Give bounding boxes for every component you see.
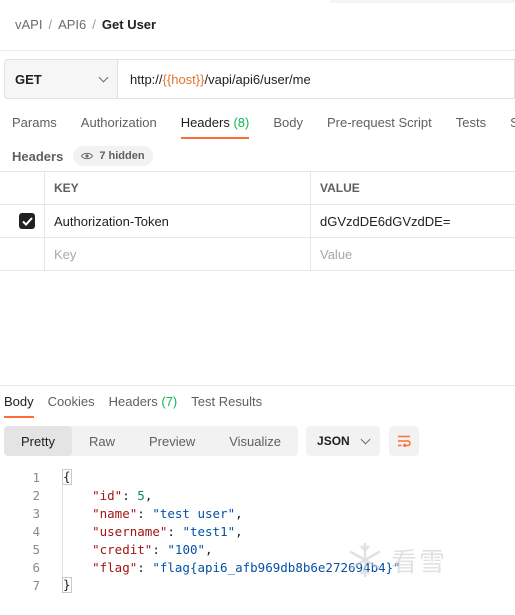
breadcrumb-separator: / xyxy=(92,17,96,32)
wrap-lines-icon xyxy=(397,435,411,447)
empty-checkbox-cell xyxy=(0,237,45,271)
tab-response-headers[interactable]: Headers (7) xyxy=(109,394,178,418)
url-path: /vapi/api6/user/me xyxy=(204,71,311,87)
code-line: 2 "id": 5, xyxy=(0,486,515,504)
row-checkbox-cell xyxy=(0,204,45,238)
checkbox-column-header xyxy=(0,171,45,205)
table-row-placeholder: Key Value xyxy=(0,237,515,271)
request-tabs: Params Authorization Headers (8) Body Pr… xyxy=(12,115,515,141)
json-comma: , xyxy=(235,505,243,521)
open-brace[interactable]: { xyxy=(62,469,72,485)
headers-table: KEY VALUE Authorization-Token dGVzdDE6dG… xyxy=(0,171,515,271)
tab-tests[interactable]: Tests xyxy=(456,115,486,139)
wrap-lines-button[interactable] xyxy=(388,426,419,456)
tab-pre-request-script[interactable]: Pre-request Script xyxy=(327,115,432,139)
snowflake-icon xyxy=(349,543,381,577)
url-prefix: http:// xyxy=(130,71,163,87)
code-line: 1 { xyxy=(0,468,515,486)
headers-title: Headers xyxy=(12,148,64,164)
watermark-text: 看雪 xyxy=(391,546,448,577)
json-key: "flag" xyxy=(92,559,138,575)
code-line: 3 "name": "test user", xyxy=(0,504,515,522)
divider xyxy=(0,50,515,51)
json-comma: , xyxy=(205,541,213,557)
json-value: 5 xyxy=(137,487,145,503)
tab-response-cookies[interactable]: Cookies xyxy=(48,394,95,418)
json-key: "username" xyxy=(92,523,168,539)
format-select[interactable]: JSON xyxy=(306,426,380,456)
response-toolbar: Pretty Raw Preview Visualize JSON xyxy=(4,426,419,456)
breadcrumb-separator: / xyxy=(48,17,53,32)
json-value: "test1" xyxy=(182,523,236,539)
url-variable: {{host}} xyxy=(162,71,205,87)
tab-settings[interactable]: S xyxy=(510,115,515,139)
request-title[interactable]: Get User xyxy=(102,17,156,32)
table-row: Authorization-Token dGVzdDE6dGVzdDE= xyxy=(0,204,515,238)
format-label: JSON xyxy=(317,434,350,448)
line-number: 5 xyxy=(32,541,40,557)
url-input[interactable]: http://{{host}}/vapi/api6/user/me xyxy=(118,59,515,99)
response-headers-count: (7) xyxy=(161,394,178,409)
watermark: 看雪 xyxy=(345,540,447,580)
tab-headers[interactable]: Headers (8) xyxy=(180,115,250,139)
value-column-header: VALUE xyxy=(310,171,515,205)
hidden-headers-label: 7 hidden xyxy=(99,150,145,162)
line-number: 1 xyxy=(32,469,40,485)
json-comma: , xyxy=(144,487,153,503)
hidden-headers-toggle[interactable]: 7 hidden xyxy=(73,146,153,166)
header-key-input[interactable]: Authorization-Token xyxy=(44,204,311,238)
view-mode-group: Pretty Raw Preview Visualize xyxy=(4,426,299,456)
response-divider[interactable] xyxy=(0,385,515,386)
breadcrumb-item-collection[interactable]: vAPI xyxy=(15,17,42,32)
line-number: 2 xyxy=(32,487,40,503)
headers-count: (8) xyxy=(233,115,250,130)
json-key: "name" xyxy=(92,505,138,521)
new-key-input[interactable]: Key xyxy=(44,237,311,271)
code-line: 4 "username": "test1", xyxy=(0,522,515,540)
line-number: 7 xyxy=(32,577,40,593)
chevron-down-icon xyxy=(98,72,109,82)
breadcrumb-item-folder[interactable]: API6 xyxy=(58,17,86,32)
view-raw-button[interactable]: Raw xyxy=(72,426,132,456)
tab-test-results[interactable]: Test Results xyxy=(191,394,262,418)
line-number: 6 xyxy=(32,559,40,575)
headers-bar: Headers 7 hidden xyxy=(12,146,153,166)
tab-strip-edge xyxy=(330,0,515,3)
line-number: 3 xyxy=(32,505,40,521)
json-value: "test user" xyxy=(152,505,236,521)
json-value: "100" xyxy=(167,541,206,557)
tab-body[interactable]: Body xyxy=(273,115,303,139)
response-tabs: Body Cookies Headers (7) Test Results xyxy=(4,394,276,418)
request-url-bar: GET http://{{host}}/vapi/api6/user/me xyxy=(4,59,515,99)
method-select[interactable]: GET xyxy=(4,59,118,99)
close-brace[interactable]: } xyxy=(62,577,72,593)
json-comma: , xyxy=(235,523,243,539)
view-visualize-button[interactable]: Visualize xyxy=(212,426,298,456)
tab-params[interactable]: Params xyxy=(12,115,57,139)
json-key: "id" xyxy=(92,487,123,503)
view-pretty-button[interactable]: Pretty xyxy=(4,426,72,456)
breadcrumb: vAPI / API6 / Get User xyxy=(15,17,156,32)
tab-authorization[interactable]: Authorization xyxy=(81,115,157,139)
header-value-input[interactable]: dGVzdDE6dGVzdDE= xyxy=(310,204,515,238)
chevron-down-icon xyxy=(360,434,371,444)
new-value-input[interactable]: Value xyxy=(310,237,515,271)
json-key: "credit" xyxy=(92,541,153,557)
table-header-row: KEY VALUE xyxy=(0,171,515,205)
check-icon xyxy=(21,216,33,226)
view-preview-button[interactable]: Preview xyxy=(132,426,212,456)
eye-icon xyxy=(81,152,94,160)
method-label: GET xyxy=(15,71,42,87)
tab-response-body[interactable]: Body xyxy=(4,394,34,418)
header-enabled-checkbox[interactable] xyxy=(19,213,35,229)
line-number: 4 xyxy=(32,523,40,539)
key-column-header: KEY xyxy=(44,171,311,205)
